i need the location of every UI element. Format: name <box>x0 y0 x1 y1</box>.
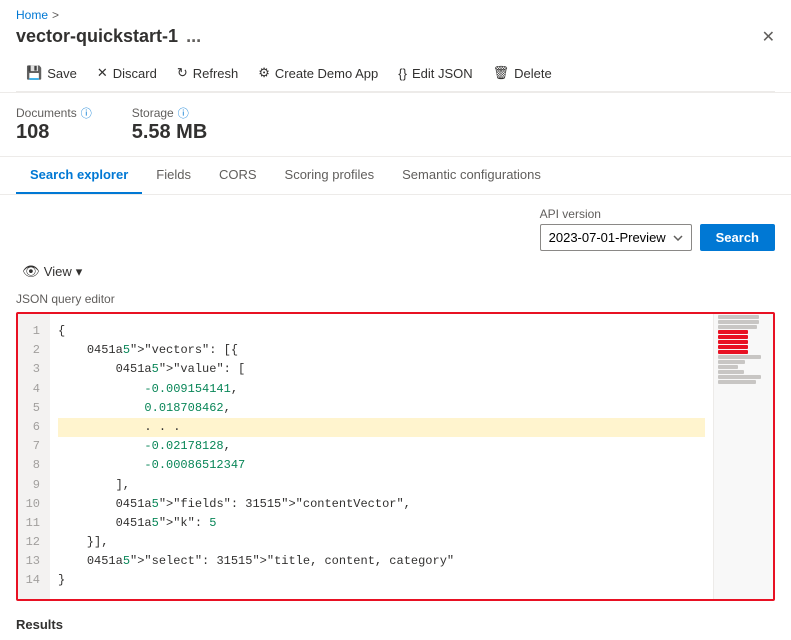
editor-label: JSON query editor <box>16 292 775 306</box>
content-area: API version 2023-07-01-Preview2021-04-30… <box>0 195 791 613</box>
delete-icon: 🗑 <box>493 65 510 81</box>
line-numbers: 1234567891011121314 <box>18 314 50 599</box>
view-label: View <box>44 264 72 279</box>
api-version-group: API version 2023-07-01-Preview2021-04-30… <box>540 207 692 251</box>
storage-value: 5.58 MB <box>132 121 208 144</box>
results-section: Results <box>0 613 791 640</box>
storage-stat: Storage ⓘ 5.58 MB <box>132 105 208 144</box>
api-version-select-wrapper: 2023-07-01-Preview2021-04-30-Preview2020… <box>540 224 692 251</box>
create-demo-label: Create Demo App <box>275 66 378 81</box>
refresh-icon: ↻ <box>177 65 188 81</box>
breadcrumb-home[interactable]: Home <box>16 8 48 22</box>
page-title-text: vector-quickstart-1 <box>16 26 178 47</box>
edit-json-icon: {} <box>398 66 407 81</box>
tab-fields[interactable]: Fields <box>142 157 205 194</box>
top-bar: Home > vector-quickstart-1 ... ✕ 💾 Save … <box>0 0 791 93</box>
tab-cors[interactable]: CORS <box>205 157 271 194</box>
discard-icon: ✕ <box>97 65 108 81</box>
tab-search-explorer[interactable]: Search explorer <box>16 157 142 194</box>
results-label: Results <box>16 617 775 632</box>
save-icon: 💾 <box>26 65 42 81</box>
chevron-down-icon: ▾ <box>76 264 83 280</box>
delete-label: Delete <box>514 66 552 81</box>
page-options-icon[interactable]: ... <box>186 26 201 47</box>
view-row: 👁 View ▾ <box>16 259 775 284</box>
breadcrumb: Home > <box>16 8 775 22</box>
discard-label: Discard <box>113 66 157 81</box>
create-demo-icon: ⚙ <box>258 65 270 81</box>
tab-scoring-profiles[interactable]: Scoring profiles <box>271 157 389 194</box>
api-version-select[interactable]: 2023-07-01-Preview2021-04-30-Preview2020… <box>540 224 692 251</box>
delete-button[interactable]: 🗑 Delete <box>483 61 562 85</box>
eye-icon: 👁 <box>22 263 40 280</box>
view-button[interactable]: 👁 View ▾ <box>16 259 88 284</box>
search-button[interactable]: Search <box>700 224 775 251</box>
documents-stat: Documents ⓘ 108 <box>16 105 92 144</box>
breadcrumb-separator: > <box>52 8 59 22</box>
documents-info-icon[interactable]: ⓘ <box>81 105 92 121</box>
minimap <box>713 314 773 599</box>
page-title: vector-quickstart-1 ... <box>16 26 201 47</box>
tab-semantic-configurations[interactable]: Semantic configurations <box>388 157 555 194</box>
stats-row: Documents ⓘ 108 Storage ⓘ 5.58 MB <box>0 93 791 157</box>
storage-info-icon[interactable]: ⓘ <box>178 105 189 121</box>
documents-value: 108 <box>16 121 92 144</box>
create-demo-button[interactable]: ⚙ Create Demo App <box>248 61 388 85</box>
api-version-label: API version <box>540 207 692 221</box>
toolbar: 💾 Save ✕ Discard ↻ Refresh ⚙ Create Demo… <box>16 55 775 92</box>
close-button[interactable]: ✕ <box>762 27 775 47</box>
storage-label: Storage <box>132 106 174 120</box>
api-row: API version 2023-07-01-Preview2021-04-30… <box>16 207 775 251</box>
save-button[interactable]: 💾 Save <box>16 61 87 85</box>
discard-button[interactable]: ✕ Discard <box>87 61 167 85</box>
tabs: Search explorerFieldsCORSScoring profile… <box>0 157 791 195</box>
refresh-button[interactable]: ↻ Refresh <box>167 61 248 85</box>
edit-json-label: Edit JSON <box>412 66 473 81</box>
documents-label: Documents <box>16 106 77 120</box>
json-editor[interactable]: 1234567891011121314 { 0451a5">"vectors":… <box>16 312 775 601</box>
edit-json-button[interactable]: {} Edit JSON <box>388 62 482 85</box>
page-title-row: vector-quickstart-1 ... ✕ <box>16 26 775 47</box>
refresh-label: Refresh <box>193 66 239 81</box>
save-label: Save <box>47 66 77 81</box>
code-content[interactable]: { 0451a5">"vectors": [{ 0451a5">"value":… <box>50 314 713 599</box>
